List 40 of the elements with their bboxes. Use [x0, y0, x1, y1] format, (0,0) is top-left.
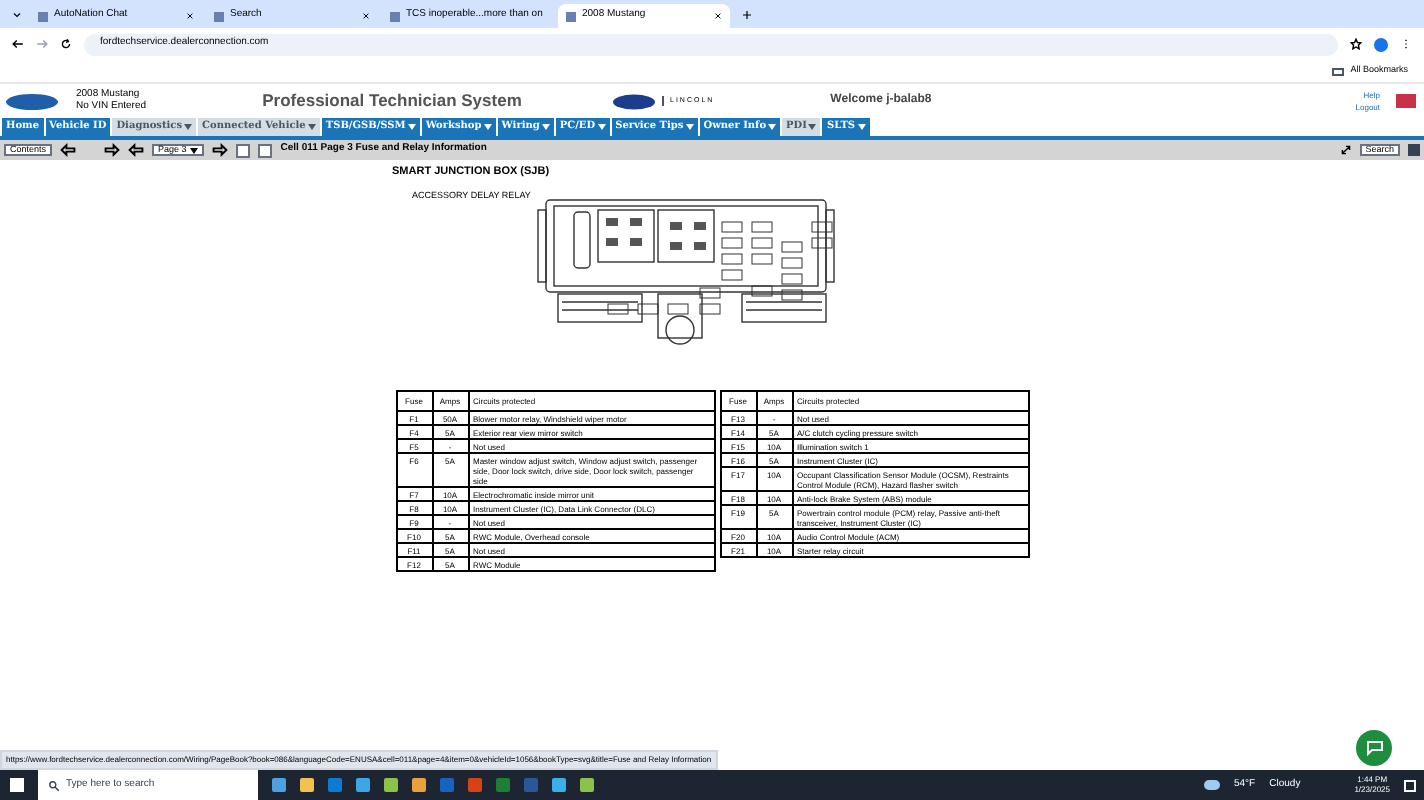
expand-icon[interactable] [1339, 144, 1352, 156]
previous-page-icon[interactable] [128, 142, 145, 158]
favicon-icon [566, 11, 576, 21]
next-page-icon[interactable] [212, 142, 229, 158]
page-title: Professional Technician System [260, 88, 524, 114]
back-icon[interactable] [12, 38, 24, 50]
caret-icon [190, 147, 199, 153]
caret-icon [808, 124, 817, 130]
favicon-icon [38, 11, 48, 21]
close-icon[interactable] [714, 12, 722, 20]
back-arrow-icon[interactable] [60, 142, 77, 158]
profile-avatar[interactable] [1374, 37, 1388, 51]
close-icon[interactable] [362, 12, 370, 20]
new-tab-icon[interactable] [742, 9, 752, 19]
caret-icon [407, 124, 416, 130]
tab-list-icon[interactable] [12, 9, 22, 19]
caret-icon [597, 124, 606, 130]
caret-icon [541, 124, 550, 130]
reload-icon[interactable] [60, 38, 72, 50]
star-icon[interactable] [1350, 38, 1362, 50]
menu-icon[interactable] [1400, 38, 1412, 50]
cloud-icon [1204, 780, 1220, 790]
caret-icon [685, 124, 694, 130]
forward-arrow-icon[interactable] [104, 142, 121, 158]
caret-icon [184, 124, 193, 130]
chat-button[interactable] [1356, 730, 1392, 766]
caret-icon [768, 124, 777, 130]
favicon-icon [390, 11, 400, 21]
forward-icon[interactable] [36, 38, 48, 50]
caret-icon [483, 124, 492, 130]
folder-icon [1332, 67, 1345, 75]
oval-logo-icon [612, 93, 656, 109]
flag-icon [1396, 94, 1416, 108]
favicon-icon [214, 11, 224, 21]
close-icon[interactable] [186, 12, 194, 20]
caret-icon [857, 124, 866, 130]
caret-icon [307, 124, 316, 130]
chat-icon [1365, 740, 1383, 756]
search-icon [48, 779, 60, 791]
logo-icon [4, 91, 60, 111]
